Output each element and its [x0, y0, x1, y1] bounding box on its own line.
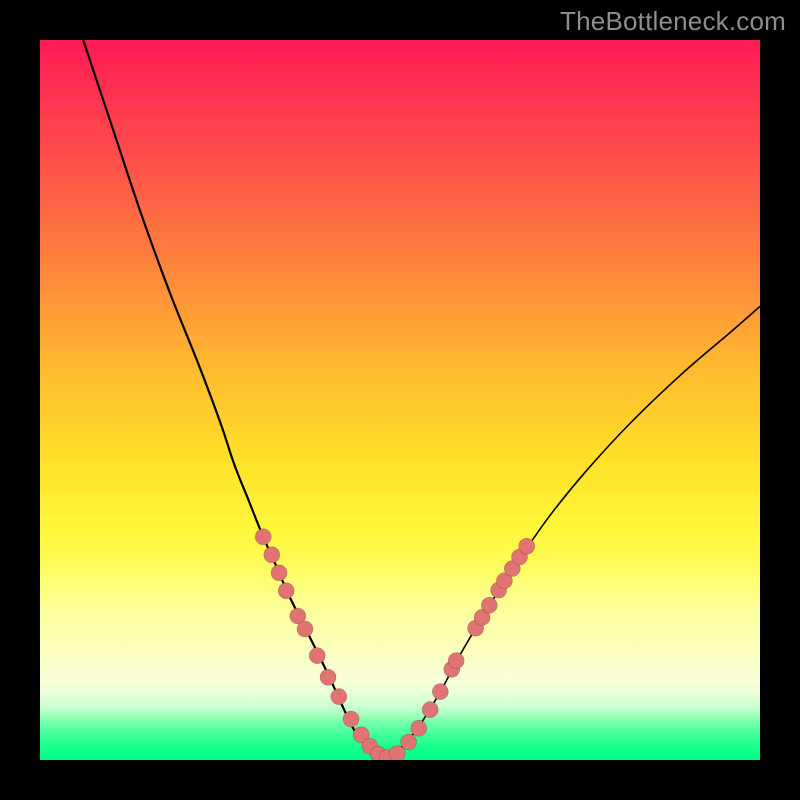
- data-point: [255, 529, 271, 545]
- data-point: [519, 538, 535, 554]
- data-point: [320, 669, 336, 685]
- data-point: [271, 565, 287, 581]
- data-point: [343, 711, 359, 727]
- data-point: [411, 720, 427, 736]
- data-point: [448, 653, 464, 669]
- data-point: [422, 702, 438, 718]
- data-points: [255, 529, 535, 760]
- left-curve: [83, 40, 385, 758]
- data-point: [309, 648, 325, 664]
- data-point: [264, 547, 280, 563]
- data-point: [481, 597, 497, 613]
- data-point: [401, 734, 417, 750]
- data-point: [297, 621, 313, 637]
- bottleneck-chart: [40, 40, 760, 760]
- data-point: [331, 689, 347, 705]
- data-point: [432, 684, 448, 700]
- data-point: [278, 583, 294, 599]
- watermark-text: TheBottleneck.com: [560, 6, 786, 37]
